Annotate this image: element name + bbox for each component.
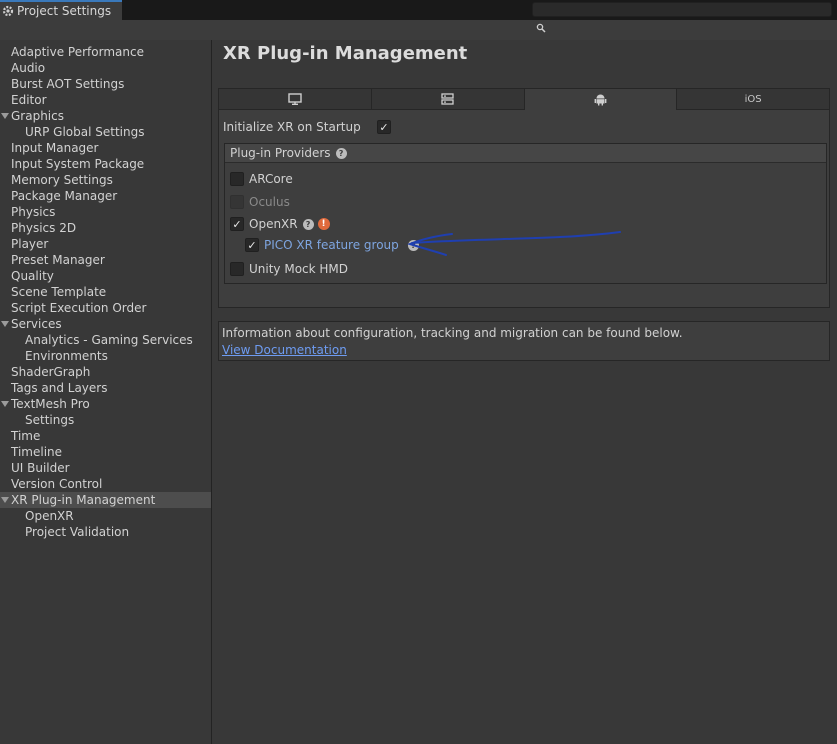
help-icon[interactable]: ? <box>302 218 314 230</box>
gear-icon <box>2 5 14 17</box>
provider-label: OpenXR <box>249 217 298 231</box>
tab-android[interactable] <box>524 89 678 110</box>
main-content: XR Plug-in Management iOS Initialize XR … <box>213 40 837 744</box>
init-xr-on-startup-checkbox[interactable]: ✓ <box>377 120 391 134</box>
sidebar-item-graphics[interactable]: Graphics <box>0 108 211 124</box>
tab-ios-label: iOS <box>744 93 762 105</box>
page-title: XR Plug-in Management <box>223 43 468 64</box>
sidebar-item-tags-and-layers[interactable]: Tags and Layers <box>0 380 211 396</box>
sidebar-item-physics[interactable]: Physics <box>0 204 211 220</box>
android-icon <box>594 94 607 106</box>
foldout-arrow-icon[interactable] <box>1 113 9 119</box>
sidebar-item-textmesh-settings[interactable]: Settings <box>0 412 211 428</box>
sidebar-item-burst-aot-settings[interactable]: Burst AOT Settings <box>0 76 211 92</box>
provider-row-openxr: ✓ OpenXR ? ! <box>230 216 330 232</box>
sidebar-item-input-system-package[interactable]: Input System Package <box>0 156 211 172</box>
init-xr-on-startup-label: Initialize XR on Startup <box>223 120 361 134</box>
sidebar-item-editor[interactable]: Editor <box>0 92 211 108</box>
sidebar-item-environments[interactable]: Environments <box>0 348 211 364</box>
sidebar-item-package-manager[interactable]: Package Manager <box>0 188 211 204</box>
monitor-icon <box>288 93 302 105</box>
tab-standalone[interactable] <box>219 89 372 110</box>
provider-row-oculus: Oculus <box>230 194 290 210</box>
view-documentation-link[interactable]: View Documentation <box>222 341 347 359</box>
pico-xr-checkbox[interactable]: ✓ <box>245 238 259 252</box>
platform-tabs: iOS <box>219 89 829 110</box>
sidebar-item-ui-builder[interactable]: UI Builder <box>0 460 211 476</box>
search-input[interactable] <box>532 2 832 17</box>
plugin-providers-title: Plug-in Providers <box>230 146 331 160</box>
tab-dedicated-server[interactable] <box>371 89 525 110</box>
sidebar-item-shadergraph[interactable]: ShaderGraph <box>0 364 211 380</box>
sidebar-item-input-manager[interactable]: Input Manager <box>0 140 211 156</box>
platform-settings-panel: iOS Initialize XR on Startup ✓ Plug-in P… <box>218 88 830 308</box>
sidebar-item-label: TextMesh Pro <box>11 397 90 411</box>
provider-row-arcore: ARCore <box>230 171 293 187</box>
provider-label[interactable]: PICO XR feature group <box>264 238 399 252</box>
window-tab-project-settings[interactable]: Project Settings <box>0 0 122 20</box>
tab-ios[interactable]: iOS <box>677 89 829 110</box>
warning-icon[interactable]: ! <box>317 218 330 230</box>
init-xr-on-startup-row: Initialize XR on Startup ✓ <box>223 119 391 135</box>
sidebar-item-quality[interactable]: Quality <box>0 268 211 284</box>
provider-label: Unity Mock HMD <box>249 262 349 276</box>
plugin-providers-box: Plug-in Providers ? ARCore Oculus ✓ Open… <box>224 143 827 284</box>
foldout-arrow-icon[interactable] <box>1 321 9 327</box>
sidebar-item-player[interactable]: Player <box>0 236 211 252</box>
sidebar-item-version-control[interactable]: Version Control <box>0 476 211 492</box>
sidebar-item-analytics-gaming-services[interactable]: Analytics - Gaming Services <box>0 332 211 348</box>
settings-sidebar: Adaptive Performance Audio Burst AOT Set… <box>0 40 212 744</box>
help-icon[interactable]: ? <box>407 239 419 251</box>
sidebar-item-adaptive-performance[interactable]: Adaptive Performance <box>0 44 211 60</box>
sidebar-item-xr-plugin-management[interactable]: XR Plug-in Management <box>0 492 211 508</box>
sidebar-item-services[interactable]: Services <box>0 316 211 332</box>
arcore-checkbox[interactable] <box>230 172 244 186</box>
info-text: Information about configuration, trackin… <box>222 326 683 340</box>
sidebar-item-urp-global-settings[interactable]: URP Global Settings <box>0 124 211 140</box>
provider-label: Oculus <box>249 195 290 209</box>
info-box: Information about configuration, trackin… <box>218 321 830 361</box>
provider-row-pico-xr: ✓ PICO XR feature group ? <box>245 237 419 253</box>
sidebar-item-textmesh-pro[interactable]: TextMesh Pro <box>0 396 211 412</box>
provider-row-unity-mock-hmd: Unity Mock HMD <box>230 261 348 277</box>
sidebar-item-timeline[interactable]: Timeline <box>0 444 211 460</box>
sidebar-item-preset-manager[interactable]: Preset Manager <box>0 252 211 268</box>
sidebar-item-project-validation[interactable]: Project Validation <box>0 524 211 540</box>
plugin-providers-header: Plug-in Providers ? <box>225 144 826 163</box>
provider-label: ARCore <box>249 172 293 186</box>
oculus-checkbox <box>230 195 244 209</box>
sidebar-item-audio[interactable]: Audio <box>0 60 211 76</box>
server-icon <box>441 93 454 105</box>
sidebar-item-memory-settings[interactable]: Memory Settings <box>0 172 211 188</box>
unity-mock-hmd-checkbox[interactable] <box>230 262 244 276</box>
openxr-checkbox[interactable]: ✓ <box>230 217 244 231</box>
foldout-arrow-icon[interactable] <box>1 497 9 503</box>
sidebar-item-physics-2d[interactable]: Physics 2D <box>0 220 211 236</box>
window-tab-label: Project Settings <box>17 4 112 18</box>
sidebar-item-time[interactable]: Time <box>0 428 211 444</box>
search-icon <box>536 23 546 33</box>
sidebar-item-label: XR Plug-in Management <box>11 493 156 507</box>
sidebar-item-script-execution-order[interactable]: Script Execution Order <box>0 300 211 316</box>
toolbar <box>0 20 837 40</box>
sidebar-item-label: Graphics <box>11 109 64 123</box>
foldout-arrow-icon[interactable] <box>1 401 9 407</box>
help-icon[interactable]: ? <box>335 147 347 159</box>
sidebar-item-openxr[interactable]: OpenXR <box>0 508 211 524</box>
sidebar-item-label: Services <box>11 317 62 331</box>
sidebar-item-scene-template[interactable]: Scene Template <box>0 284 211 300</box>
